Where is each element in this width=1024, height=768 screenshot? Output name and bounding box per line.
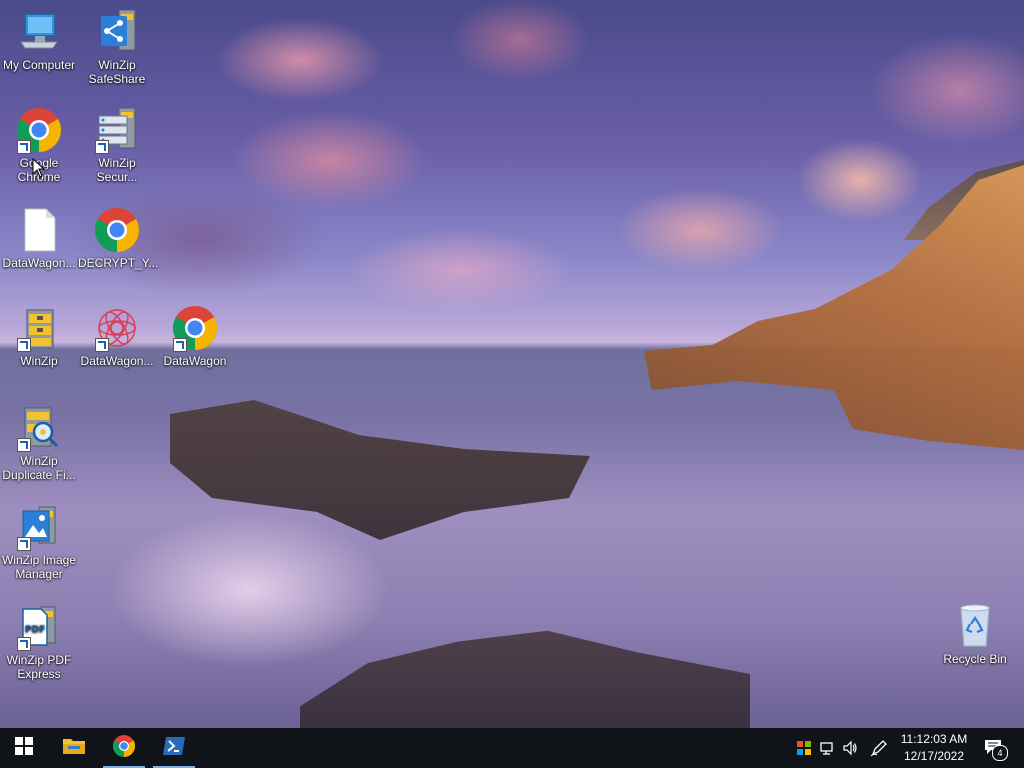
shortcut-arrow-icon <box>95 140 109 154</box>
shortcut-arrow-icon <box>17 438 31 452</box>
desktop-icon-label: DataWagon... <box>2 256 76 270</box>
desktop-icon-label: WinZip Duplicate Fi... <box>2 454 76 482</box>
security-shield-icon[interactable] <box>794 738 814 758</box>
taskbar-clock[interactable]: 11:12:03 AM 12/17/2022 <box>894 731 974 765</box>
taskbar: 11:12:03 AM 12/17/2022 4 <box>0 728 1024 768</box>
pen-workspace-icon[interactable] <box>869 738 889 758</box>
wallpaper-cliff <box>644 165 1024 450</box>
desktop-icon-label: WinZip PDF Express <box>6 653 72 681</box>
notification-icon: 4 <box>984 739 1008 761</box>
shortcut-arrow-icon <box>17 537 31 551</box>
winzip-icon <box>15 304 63 352</box>
start-button[interactable] <box>0 728 48 768</box>
clock-time: 11:12:03 AM <box>900 732 968 746</box>
desktop-icon-label: DataWagon <box>163 354 227 368</box>
notification-count-badge: 4 <box>992 745 1008 761</box>
desktop-wallpaper[interactable]: My Computer Google Chrome DataWagon... W… <box>0 0 1024 728</box>
desktop-icon-label: WinZip Image Manager <box>1 553 77 581</box>
desktop-icon-winzip-secure[interactable]: WinZip Secur... <box>78 106 156 184</box>
desktop-icon-datawagon-chrome[interactable]: DataWagon <box>156 304 234 368</box>
shortcut-arrow-icon <box>17 140 31 154</box>
taskbar-powershell[interactable] <box>150 728 198 768</box>
shortcut-arrow-icon <box>17 637 31 651</box>
clock-date: 12/17/2022 <box>903 749 965 763</box>
svg-text:PDF: PDF <box>25 625 45 635</box>
desktop-icon-my-computer[interactable]: My Computer <box>0 8 78 72</box>
desktop-icon-label: Recycle Bin <box>943 652 1007 666</box>
windows-logo-icon <box>15 736 33 760</box>
desktop-icon-recycle-bin[interactable]: Recycle Bin <box>936 602 1014 666</box>
desktop-icon-datawagon-file[interactable]: DataWagon... <box>0 206 78 270</box>
chrome-icon <box>112 734 136 763</box>
recycle-bin-icon <box>951 602 999 650</box>
desktop-icon-winzip[interactable]: WinZip <box>0 304 78 368</box>
desktop-icon-winzip-safeshare[interactable]: WinZip SafeShare <box>78 8 156 86</box>
shortcut-arrow-icon <box>95 338 109 352</box>
desktop-icon-label: WinZip Secur... <box>96 156 138 184</box>
desktop-icon-label: DECRYPT_Y... <box>78 256 159 270</box>
volume-icon[interactable] <box>840 738 860 758</box>
network-icon[interactable] <box>817 738 837 758</box>
datawagon-icon <box>93 304 141 352</box>
winzip-secure-backup-icon <box>93 106 141 154</box>
file-icon <box>15 206 63 254</box>
desktop-icon-label: My Computer <box>2 58 76 72</box>
taskbar-file-explorer[interactable] <box>50 728 98 768</box>
desktop-icon-decrypt[interactable]: DECRYPT_Y... <box>78 206 159 270</box>
taskbar-chrome[interactable] <box>100 728 148 768</box>
desktop-icon-label: DataWagon... <box>80 354 154 368</box>
desktop-icon-label: WinZip <box>20 354 58 368</box>
desktop-icon-datawagon-app[interactable]: DataWagon... <box>78 304 156 368</box>
winzip-duplicate-finder-icon <box>15 404 63 452</box>
desktop-icon-winzip-duplicate[interactable]: WinZip Duplicate Fi... <box>0 404 78 482</box>
winzip-safeshare-icon <box>93 8 141 56</box>
winzip-pdf-icon: PDF <box>15 603 63 651</box>
computer-icon <box>15 8 63 56</box>
desktop-icon-label: WinZip SafeShare <box>88 58 146 86</box>
chrome-icon <box>93 206 141 254</box>
folder-icon <box>62 736 86 761</box>
desktop-icon-winzip-image[interactable]: WinZip Image Manager <box>0 503 78 581</box>
desktop-icon-winzip-pdf[interactable]: PDF WinZip PDF Express <box>0 603 78 681</box>
shortcut-arrow-icon <box>17 338 31 352</box>
winzip-image-manager-icon <box>15 503 63 551</box>
shortcut-arrow-icon <box>173 338 187 352</box>
chrome-icon <box>171 304 219 352</box>
chrome-icon <box>15 106 63 154</box>
action-center-button[interactable]: 4 <box>982 738 1008 761</box>
powershell-icon <box>162 736 186 761</box>
